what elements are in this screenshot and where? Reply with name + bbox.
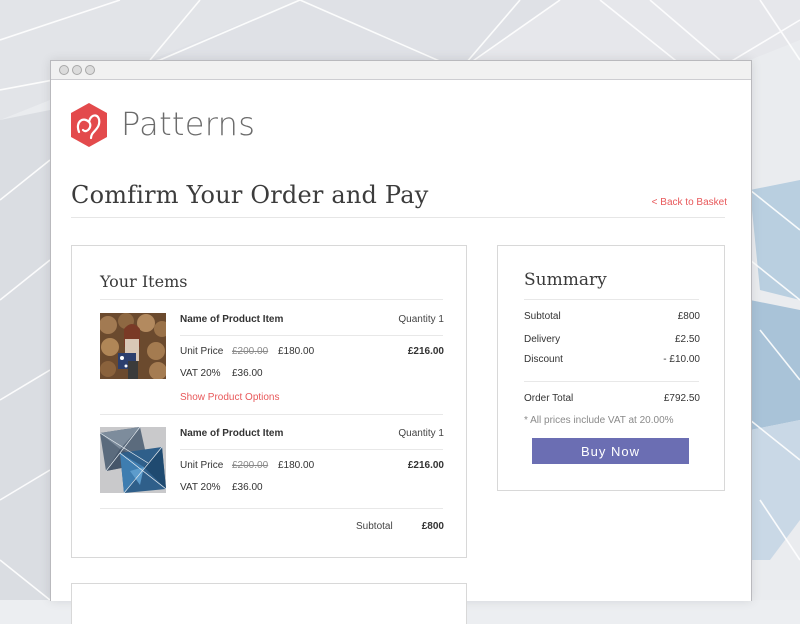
buy-now-button[interactable]: Buy Now (532, 438, 689, 464)
divider (100, 508, 443, 509)
browser-window: Patterns Comfirm Your Order and Pay < Ba… (50, 60, 752, 624)
window-minimize-dot[interactable] (72, 65, 82, 75)
unit-price: £180.00 (278, 346, 315, 357)
divider (524, 299, 699, 300)
window-close-dot[interactable] (59, 65, 69, 75)
summary-subtotal-label: Subtotal (524, 311, 561, 322)
item-name: Name of Product Item (180, 314, 284, 325)
summary-delivery-label: Delivery (524, 334, 561, 345)
order-total-value: £792.50 (663, 393, 700, 404)
item-total: £216.00 (407, 346, 444, 357)
summary-discount-label: Discount (524, 354, 563, 365)
window-titlebar (51, 61, 751, 80)
summary-subtotal-value: £800 (677, 311, 700, 322)
vat-value: £36.00 (232, 368, 263, 379)
old-price: £200.00 (232, 460, 269, 471)
brand-name: Patterns (121, 105, 256, 143)
product-photo-2 (100, 427, 166, 493)
vat-label: VAT 20% (180, 368, 221, 379)
title-divider (71, 217, 725, 218)
back-to-basket-link[interactable]: < Back to Basket (652, 197, 727, 208)
items-title: Your Items (100, 272, 188, 291)
summary-delivery-value: £2.50 (674, 334, 700, 345)
divider (524, 381, 699, 382)
payment-card (71, 583, 467, 624)
divider (100, 414, 443, 415)
vat-label: VAT 20% (180, 482, 221, 493)
divider (180, 449, 443, 450)
product-image-woman[interactable] (100, 313, 166, 379)
divider (100, 299, 443, 300)
item-quantity: Quantity 1 (398, 428, 444, 439)
vat-value: £36.00 (232, 482, 263, 493)
items-card: Your Items Name of Product Item Quantity… (71, 245, 467, 558)
summary-card: Summary Subtotal £800 Delivery £2.50 Dis… (497, 245, 725, 491)
items-subtotal-label: Subtotal (356, 521, 393, 532)
unit-price: £180.00 (278, 460, 315, 471)
show-product-options-link[interactable]: Show Product Options (180, 392, 280, 403)
summary-title: Summary (524, 270, 607, 290)
unit-price-label: Unit Price (180, 346, 224, 357)
item-total: £216.00 (407, 460, 444, 471)
item-name: Name of Product Item (180, 428, 284, 439)
summary-discount-value: - £10.00 (663, 354, 700, 365)
unit-price-label: Unit Price (180, 460, 224, 471)
window-maximize-dot[interactable] (85, 65, 95, 75)
patterns-logo-icon (71, 103, 107, 147)
page-title: Comfirm Your Order and Pay (71, 181, 429, 209)
old-price: £200.00 (232, 346, 269, 357)
product-photo-1 (100, 313, 166, 379)
vat-note: * All prices include VAT at 20.00% (524, 415, 674, 426)
divider (180, 335, 443, 336)
item-quantity: Quantity 1 (398, 314, 444, 325)
items-subtotal-value: £800 (421, 521, 444, 532)
product-image-cushions[interactable] (100, 427, 166, 493)
order-total-label: Order Total (524, 393, 574, 404)
